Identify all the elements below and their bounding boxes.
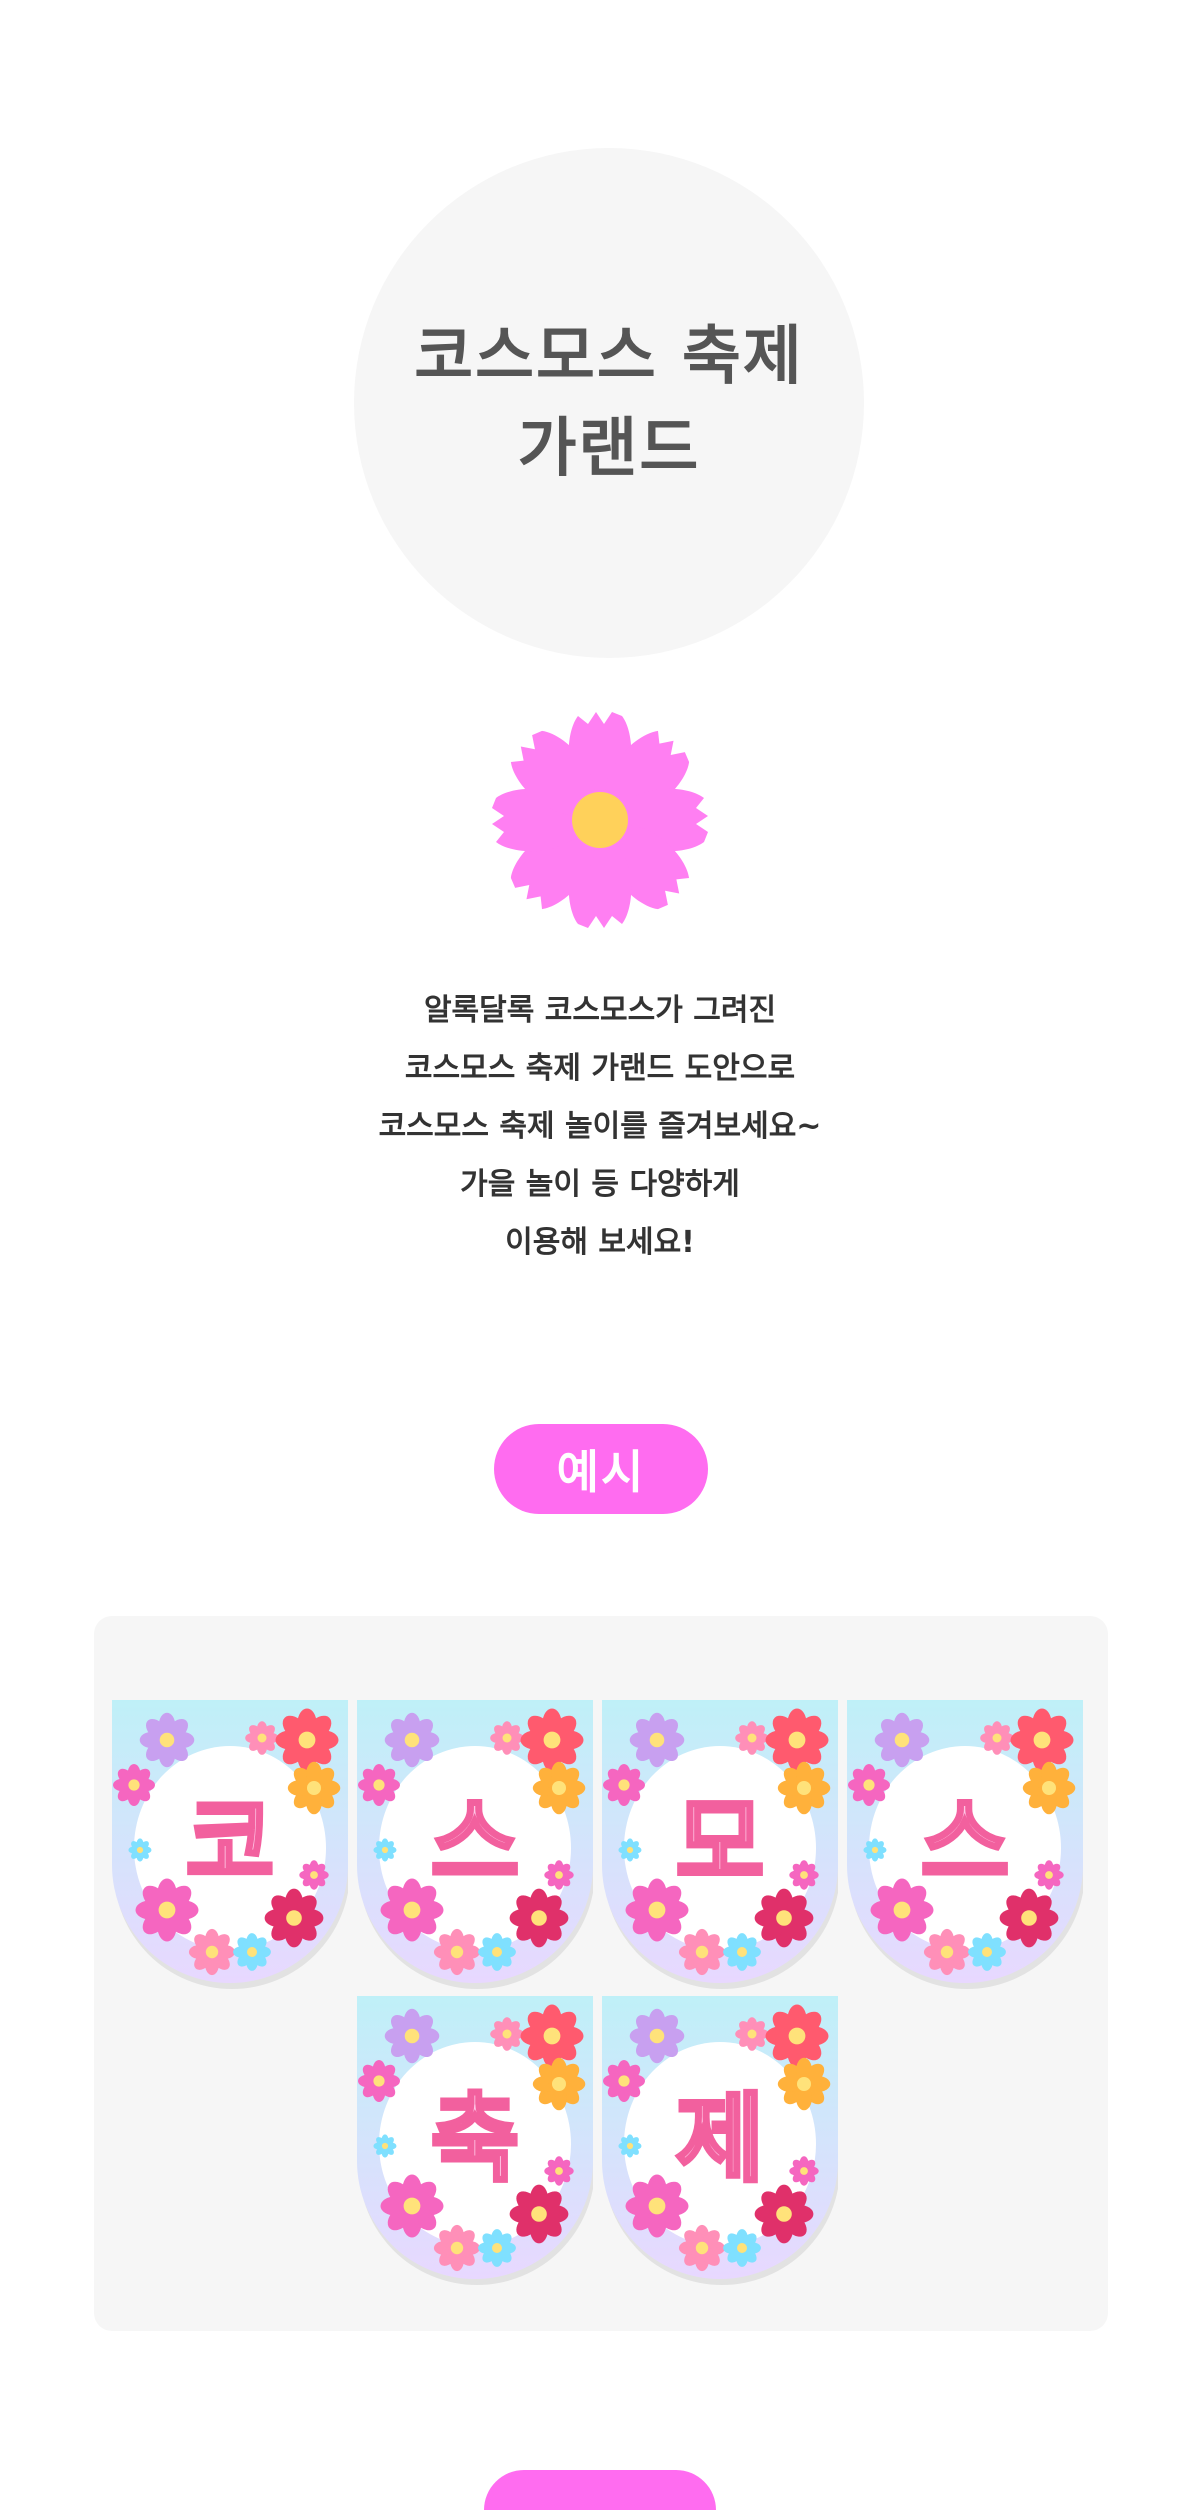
- example-badge: 예시: [494, 1424, 708, 1514]
- description-line: 알록달록 코스모스가 그려진: [423, 993, 777, 1028]
- next-section-badge: [484, 2470, 716, 2510]
- garland-banner: 제: [602, 1996, 838, 2285]
- description-line: 이용해 보세요!: [505, 1225, 695, 1260]
- garland-banner: 축: [357, 1996, 593, 2285]
- cosmos-flower-icon: [480, 700, 720, 940]
- banner-letter: 제: [674, 2081, 766, 2197]
- banner-letter: 코: [184, 1785, 276, 1901]
- garland-banner: 코: [112, 1700, 348, 1989]
- banner-letter: 스: [919, 1785, 1011, 1901]
- example-panel: 코 스 모 스 축 제: [94, 1616, 1108, 2331]
- description-line: 코스모스 축제 놀이를 즐겨보세요~: [378, 1109, 822, 1144]
- banner-letter: 축: [429, 2081, 521, 2197]
- page-title-line-1: 코스모스 축제: [414, 320, 804, 394]
- banner-letter: 모: [674, 1785, 766, 1901]
- title-circle: 코스모스 축제 가랜드: [354, 148, 864, 658]
- garland-banner: 스: [847, 1700, 1083, 1989]
- description: 알록달록 코스모스가 그려진 코스모스 축제 가랜드 도안으로 코스모스 축제 …: [300, 982, 900, 1272]
- garland-banner: 스: [357, 1700, 593, 1989]
- example-label: 예시: [556, 1445, 646, 1499]
- description-line: 코스모스 축제 가랜드 도안으로: [404, 1051, 796, 1086]
- banner-letter: 스: [429, 1785, 521, 1901]
- garland-banner: 모: [602, 1700, 838, 1989]
- description-line: 가을 놀이 등 다양하게: [460, 1167, 740, 1202]
- page-title-line-2: 가랜드: [517, 412, 701, 486]
